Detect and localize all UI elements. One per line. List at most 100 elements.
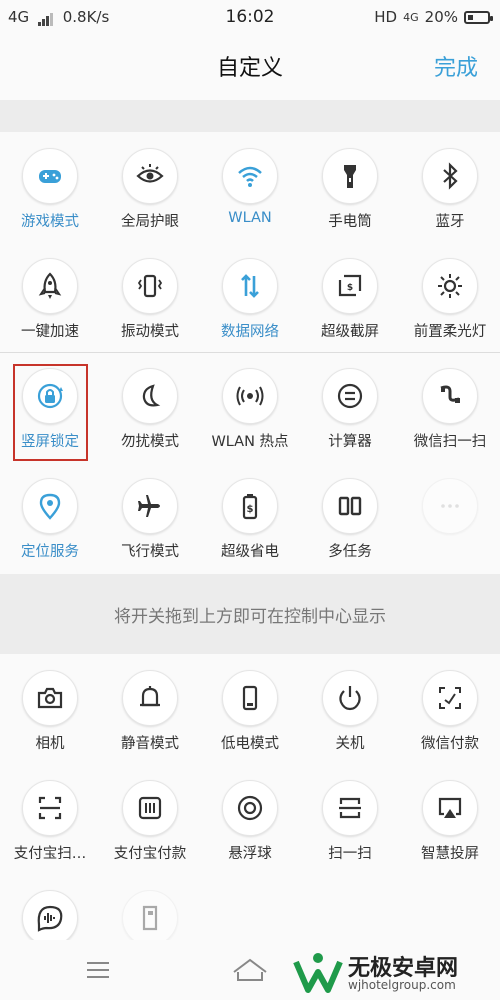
tile-label: 多任务 — [328, 544, 372, 560]
tile-label: 蓝牙 — [435, 214, 465, 230]
sd-card-icon — [122, 890, 178, 946]
gamepad-icon — [22, 148, 78, 204]
tile-label: 支付宝付款 — [113, 846, 187, 862]
tile-label: 一键加速 — [21, 324, 79, 340]
tile-label: 悬浮球 — [228, 846, 272, 862]
scan-icon — [322, 780, 378, 836]
done-button[interactable]: 完成 — [434, 50, 478, 82]
tile-label: 数据网络 — [221, 324, 279, 340]
active-tile[interactable]: WLAN — [200, 132, 300, 242]
active-tile[interactable]: 蓝牙 — [400, 132, 500, 242]
tile-label: 扫一扫 — [328, 846, 372, 862]
active-tile[interactable]: 数据网络 — [200, 242, 300, 352]
watermark-url: wjhotelgroup.com — [348, 978, 456, 992]
active-tile[interactable]: 全局护眼 — [100, 132, 200, 242]
menu-icon[interactable] — [78, 954, 118, 986]
tile-label: 超级省电 — [221, 544, 279, 560]
inactive-tile[interactable]: 静音模式 — [100, 654, 200, 764]
tile-label: 关机 — [335, 736, 365, 752]
svg-text:$: $ — [247, 504, 254, 515]
tile-label: 静音模式 — [121, 736, 179, 752]
tile-label: 相机 — [35, 736, 65, 752]
tile-label: 前置柔光灯 — [413, 324, 487, 340]
alipay-scan-icon — [22, 780, 78, 836]
status-right: HD 4G 20% — [374, 8, 493, 26]
active-tile[interactable]: 微信扫一扫 — [400, 352, 500, 462]
watermark: 无极安卓网 wjhotelgroup.com — [292, 948, 492, 996]
watermark-logo-icon — [293, 953, 343, 993]
active-tile[interactable]: 飞行模式 — [100, 462, 200, 572]
inactive-tile[interactable]: 智慧投屏 — [400, 764, 500, 874]
active-tile[interactable]: $ 超级省电 — [200, 462, 300, 572]
active-tile[interactable]: 多任务 — [300, 462, 400, 572]
tile-label: WLAN — [228, 210, 272, 226]
active-tile[interactable]: 游戏模式 — [0, 132, 100, 242]
rotation-lock-icon — [22, 368, 78, 424]
inactive-tile[interactable]: 支付宝扫… — [0, 764, 100, 874]
phone-battery-icon — [222, 670, 278, 726]
inactive-tile[interactable]: 微信付款 — [400, 654, 500, 764]
bluetooth-icon — [422, 148, 478, 204]
tile-label: 低电模式 — [221, 736, 279, 752]
eye-icon — [122, 148, 178, 204]
tile-label: 微信扫一扫 — [413, 434, 487, 450]
calculator-icon — [322, 368, 378, 424]
active-tiles-panel: 游戏模式 全局护眼 WLAN 手电筒 蓝牙 一键加速 振动模式 数据网络 $ 超级截屏 前置柔光灯竖… — [0, 132, 500, 574]
alipay-pay-icon — [122, 780, 178, 836]
drag-hint: 将开关拖到上方即可在控制中心显示 — [0, 574, 500, 654]
page-title: 自定义 — [216, 56, 283, 81]
drag-hint-text: 将开关拖到上方即可在控制中心显示 — [114, 607, 386, 627]
tile-label: 全局护眼 — [121, 214, 179, 230]
tile-label: 超级截屏 — [321, 324, 379, 340]
inactive-tile[interactable]: 悬浮球 — [200, 764, 300, 874]
inactive-tile[interactable]: 支付宝付款 — [100, 764, 200, 874]
battery-icon — [464, 10, 493, 24]
active-tile[interactable]: 振动模式 — [100, 242, 200, 352]
tile-label: 飞行模式 — [121, 544, 179, 560]
more-dots-icon — [422, 478, 478, 534]
header: 自定义 完成 — [0, 36, 500, 100]
tile-label: 竖屏锁定 — [21, 434, 79, 450]
float-ball-icon — [222, 780, 278, 836]
data-arrows-icon — [222, 258, 278, 314]
active-tile[interactable]: 勿扰模式 — [100, 352, 200, 462]
inactive-tile[interactable]: 关机 — [300, 654, 400, 764]
active-tile[interactable]: 竖屏锁定 — [0, 352, 100, 462]
inactive-tile[interactable]: 扫一扫 — [300, 764, 400, 874]
wifi-icon — [222, 148, 278, 204]
inactive-tile[interactable]: 低电模式 — [200, 654, 300, 764]
voice-icon — [22, 890, 78, 946]
location-icon — [22, 478, 78, 534]
active-tile[interactable]: 前置柔光灯 — [400, 242, 500, 352]
hd-badge: HD — [374, 8, 398, 26]
active-tile[interactable]: $ 超级截屏 — [300, 242, 400, 352]
active-tile[interactable]: 计算器 — [300, 352, 400, 462]
top-divider-band — [0, 100, 500, 132]
home-icon[interactable] — [230, 954, 270, 986]
camera-icon — [22, 670, 78, 726]
multitask-icon — [322, 478, 378, 534]
airplane-icon — [122, 478, 178, 534]
wechat-scan-icon — [422, 368, 478, 424]
active-tile[interactable] — [400, 462, 500, 572]
screen-cast-icon — [422, 780, 478, 836]
active-tile[interactable]: 一键加速 — [0, 242, 100, 352]
net2-badge: 4G — [403, 10, 419, 24]
flashlight-icon — [322, 148, 378, 204]
active-tile[interactable]: 手电筒 — [300, 132, 400, 242]
tile-label: 勿扰模式 — [121, 434, 179, 450]
active-tile[interactable]: 定位服务 — [0, 462, 100, 572]
tile-label: 游戏模式 — [21, 214, 79, 230]
tile-label: 微信付款 — [421, 736, 479, 752]
hotspot-icon — [222, 368, 278, 424]
tile-label: 计算器 — [328, 434, 372, 450]
sun-icon — [422, 258, 478, 314]
active-tile[interactable]: WLAN 热点 — [200, 352, 300, 462]
tile-label: 支付宝扫… — [13, 846, 87, 862]
status-bar: 4G 0.8K/s 16:02 HD 4G 20% — [0, 0, 500, 36]
tile-label: 智慧投屏 — [421, 846, 479, 862]
inactive-tile[interactable]: 相机 — [0, 654, 100, 764]
tile-label: 振动模式 — [121, 324, 179, 340]
tile-label: 手电筒 — [328, 214, 372, 230]
battery-percent: 20% — [424, 8, 458, 26]
